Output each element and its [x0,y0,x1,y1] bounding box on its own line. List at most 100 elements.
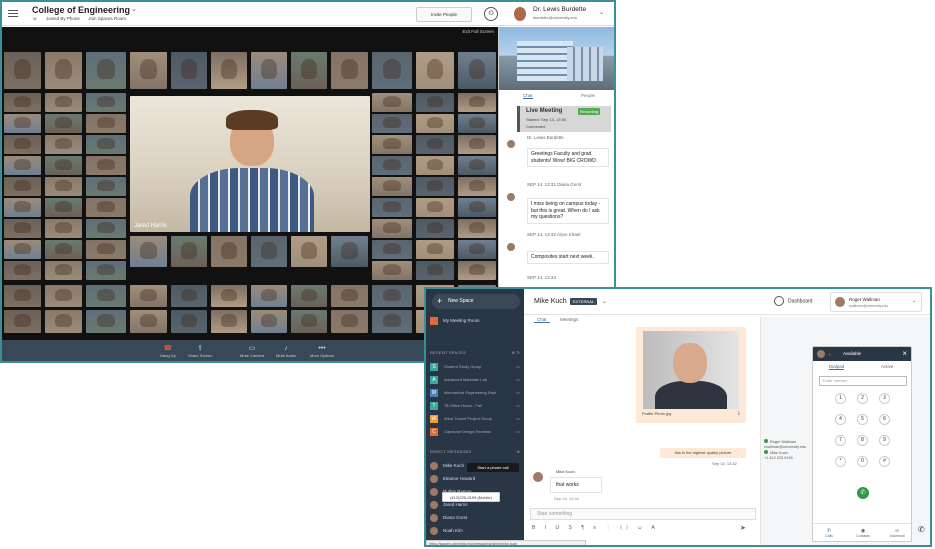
add-icon[interactable]: ⊕ [516,449,520,454]
participant-tile[interactable] [458,114,496,133]
keypad-key[interactable]: 4 [835,414,846,425]
more-options-button[interactable]: ••• More Options [310,344,334,358]
tab-chat[interactable]: Chat [523,93,533,99]
header-subitem[interactable]: Join Spaces Room [88,16,126,21]
participant-tile[interactable] [372,261,412,280]
tab-meetings[interactable]: Meetings [560,317,578,322]
shared-photo[interactable]: Profile Photo.jpg ⤓ [636,327,746,423]
participant-tile[interactable] [211,310,247,333]
participant-tile[interactable] [211,52,247,89]
keypad-key[interactable]: * [835,456,846,467]
sidebar-item-space[interactable]: C Capstone Design Reviews ••• [430,426,522,437]
tab-active[interactable]: Active [881,364,893,369]
format-toolbar[interactable]: B I U S ¶ ≡ ⋮ ⟨⟩ ☺ A [532,525,756,535]
exit-fullscreen-link[interactable]: Exit Full Screen [462,29,494,34]
participant-tile[interactable] [86,285,126,307]
download-icon[interactable]: ⤓ [738,410,740,416]
live-meeting-card[interactable]: Live Meeting Recording Started: Sep 14, … [517,106,611,132]
keypad-key[interactable]: # [879,456,890,467]
keypad-key[interactable]: 2 [857,393,868,404]
keypad-key[interactable]: 6 [879,414,890,425]
participant-tile[interactable] [331,52,368,89]
share-screen-button[interactable]: ⇪ Share Screen [188,344,212,358]
participant-tile[interactable] [130,310,167,333]
more-icon[interactable]: ••• [516,361,520,372]
sidebar-item-space[interactable]: A Advanced Materials Lab ••• [430,374,522,385]
tab-chat[interactable]: Chat [534,317,550,323]
participant-tile[interactable] [372,240,412,259]
sidebar-item-space[interactable]: M Mechanical Engineering Dept ••• [430,387,522,398]
chevron-down-icon[interactable]: ⌄ [828,351,831,356]
participant-tile[interactable] [4,310,41,333]
participant-tile[interactable] [331,285,368,307]
participant-tile[interactable] [458,198,496,217]
participant-tile[interactable] [86,93,126,112]
more-icon[interactable]: ••• [516,387,520,398]
close-icon[interactable]: × [902,349,907,358]
active-speaker-video[interactable]: Jared Harris [130,96,370,232]
participant-tile[interactable] [4,156,41,175]
menu-icon[interactable] [8,10,18,17]
org-title[interactable]: College of Engineering [32,5,130,15]
participant-tile[interactable] [331,310,368,333]
participant-tile[interactable] [171,310,207,333]
participant-tile[interactable] [251,310,287,333]
participant-tile[interactable] [458,156,496,175]
participant-tile[interactable] [291,236,327,267]
more-icon[interactable]: ••• [516,426,520,437]
participant-tile[interactable] [86,310,126,333]
participant-tile[interactable] [416,219,454,238]
participant-tile[interactable] [372,93,412,112]
keypad-key[interactable]: 3 [879,393,890,404]
participant-tile[interactable] [4,114,41,133]
participant-tile[interactable] [416,177,454,196]
keypad-key[interactable]: 0 [857,456,868,467]
participant-tile[interactable] [372,177,412,196]
participant-tile[interactable] [416,240,454,259]
keypad-key[interactable]: 8 [857,435,868,446]
participant-tile[interactable] [130,52,167,89]
participant-tile[interactable] [45,285,82,307]
keypad-key[interactable]: 7 [835,435,846,446]
participant-tile[interactable] [291,285,327,307]
sidebar-item-direct[interactable]: Eleanor Howard [430,473,522,484]
participant-tile[interactable] [45,177,82,196]
participant-tile[interactable] [211,236,247,267]
participant-tile[interactable] [86,240,126,259]
participant-tile[interactable] [331,236,368,267]
send-icon[interactable]: ➤ [740,524,746,532]
participant-tile[interactable] [416,261,454,280]
participant-tile[interactable] [171,285,207,307]
voicemail-button[interactable]: ∞ Voicemail [887,528,907,538]
sidebar-item-space[interactable]: T TA Office Hours - Fall ••• [430,400,522,411]
participant-tile[interactable] [372,135,412,154]
participant-tile[interactable] [416,93,454,112]
participant-tile[interactable] [416,52,454,89]
participant-tile[interactable] [4,285,41,307]
calls-button[interactable]: ✆ Calls [819,528,839,538]
participant-tile[interactable] [86,156,126,175]
chevron-down-icon[interactable]: ⌄ [131,5,137,13]
participant-tile[interactable] [291,310,327,333]
participant-tile[interactable] [171,236,207,267]
call-button[interactable]: ✆ [857,487,869,499]
participant-tile[interactable] [86,52,126,89]
participant-tile[interactable] [45,156,82,175]
avatar[interactable] [514,7,526,21]
phone-icon[interactable]: ✆ [918,525,925,534]
participant-tile[interactable] [86,261,126,280]
participant-tile[interactable] [130,236,167,267]
participant-tile[interactable] [45,93,82,112]
participant-tile[interactable] [4,135,41,154]
participant-tile[interactable] [458,52,496,89]
my-meeting-room[interactable]: My Meeting Room [430,317,480,325]
phone-number-tooltip[interactable]: (412)225-0199 (Mobile) [442,492,500,502]
new-space-button[interactable]: New Space [432,294,520,309]
participant-tile[interactable] [4,261,41,280]
participant-tile[interactable] [45,198,82,217]
participant-tile[interactable] [372,310,412,333]
participant-tile[interactable] [372,219,412,238]
participant-tile[interactable] [86,114,126,133]
participant-tile[interactable] [372,156,412,175]
presence-selector[interactable]: Roger Wallman rwallman@university.edu ⌄ [830,292,922,312]
